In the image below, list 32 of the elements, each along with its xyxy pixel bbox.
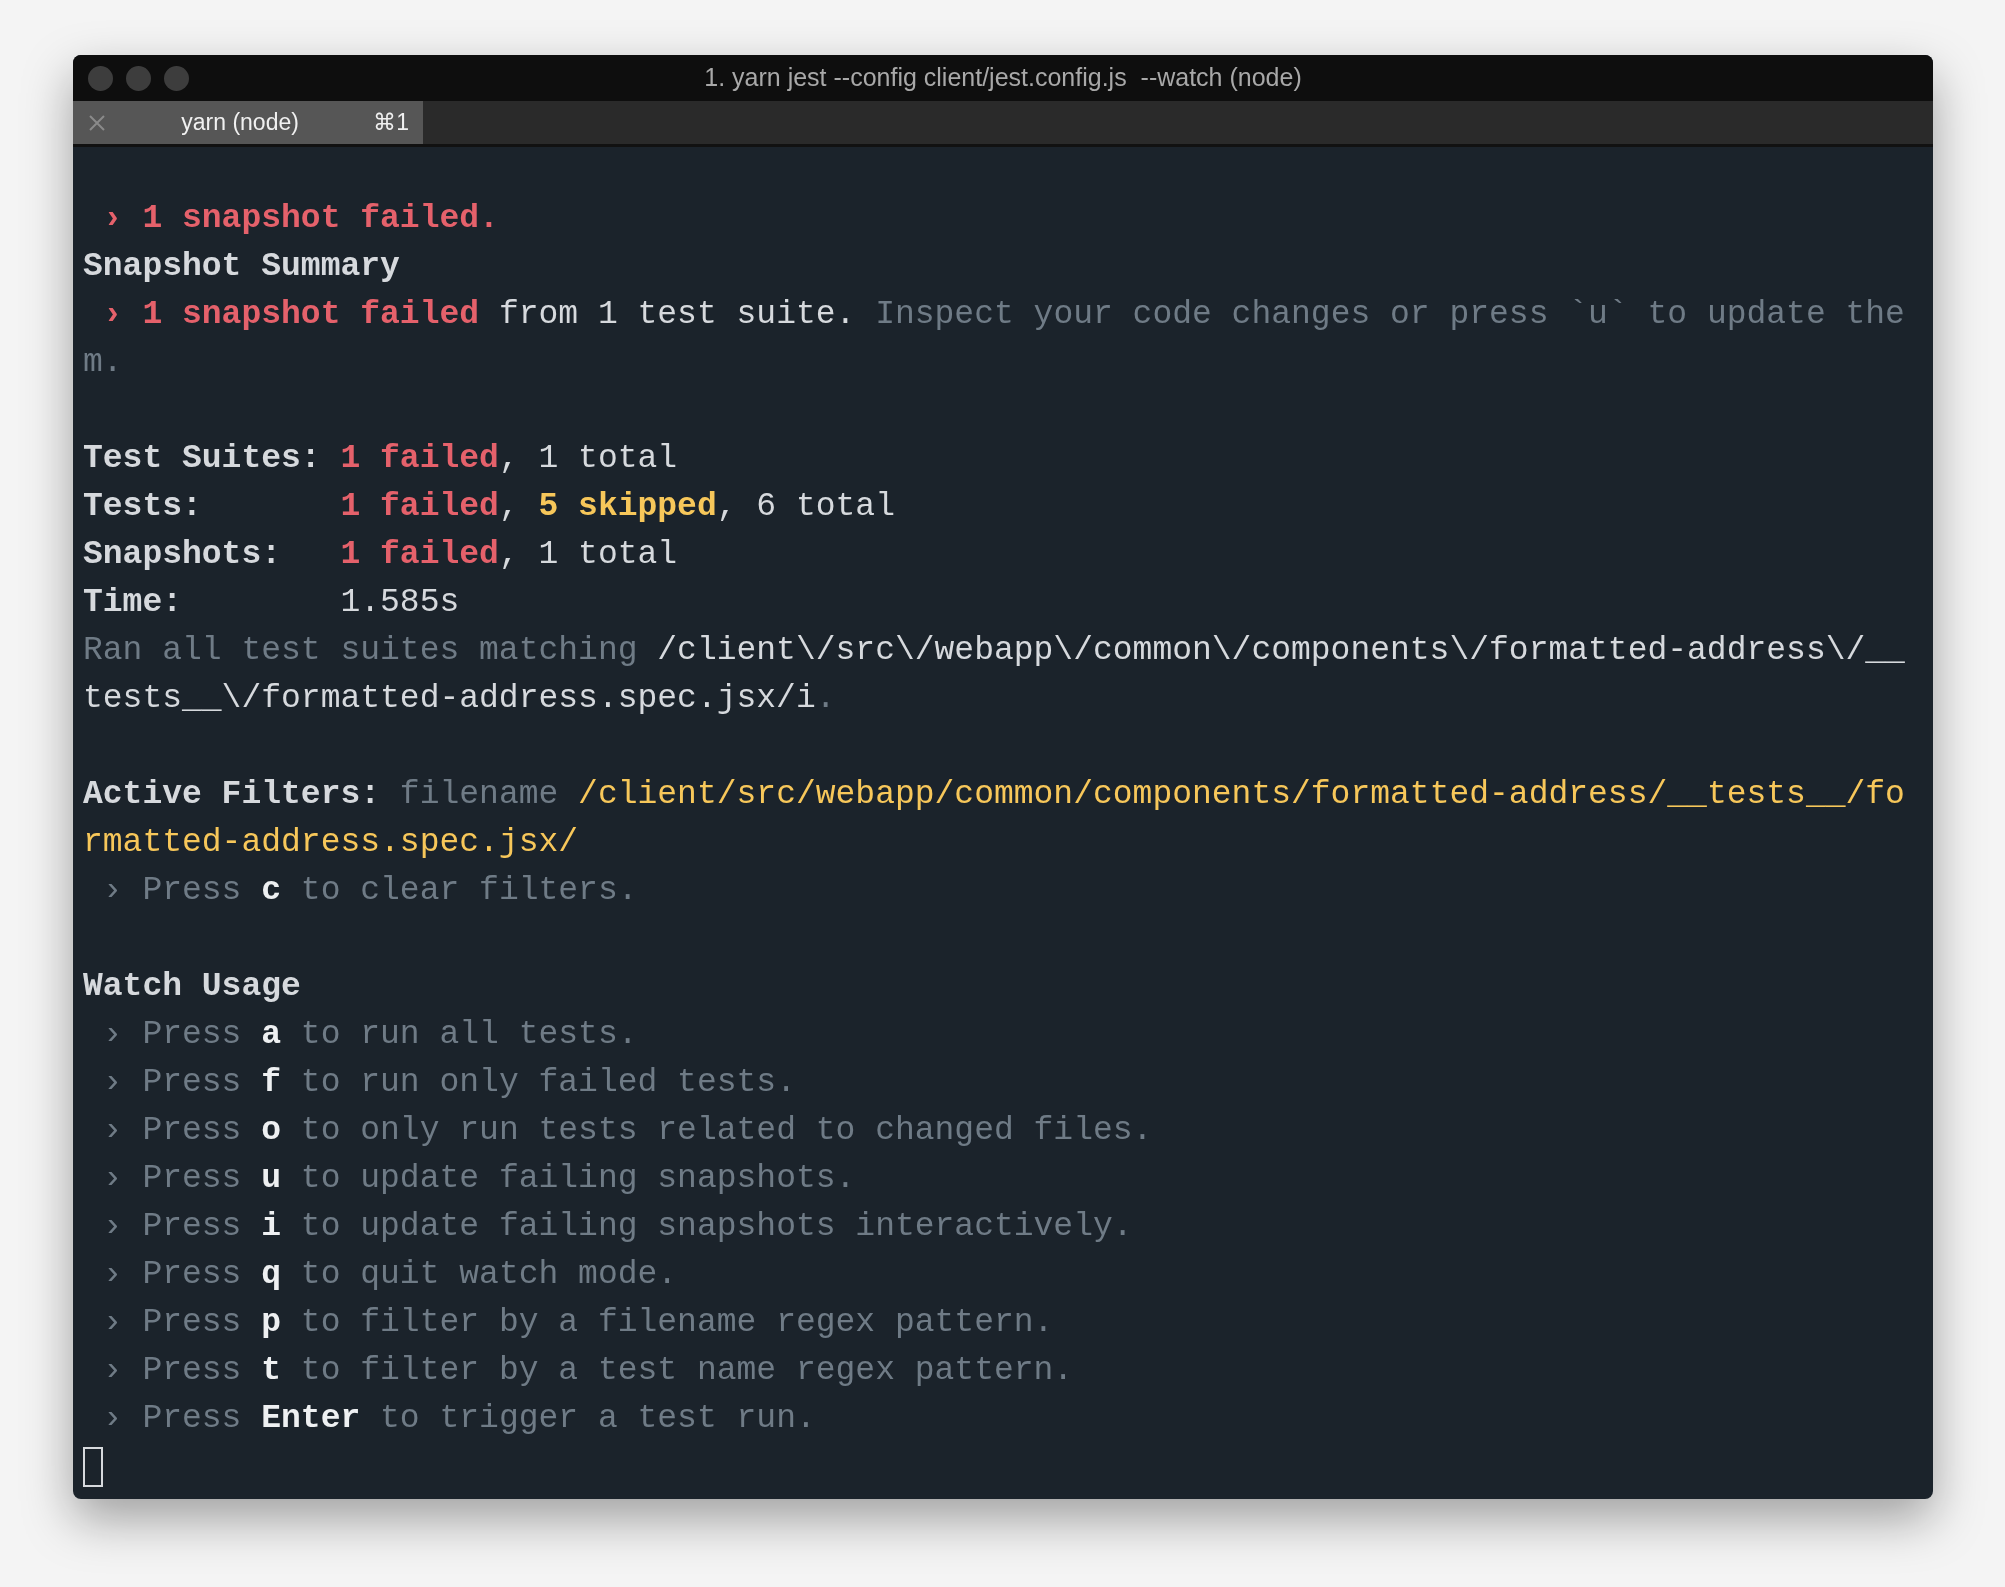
terminal-line: Watch Usage xyxy=(83,967,301,1007)
terminal-line: › Press t to filter by a test name regex pattern. xyxy=(101,1351,1074,1391)
terminal-line: Time: 1.585s xyxy=(83,583,460,623)
terminal-line: › 1 snapshot failed from 1 test suite. Inspect your code changes or press `u` to update the xyxy=(101,295,1905,335)
terminal-line: Snapshots: 1 failed, 1 total xyxy=(83,535,678,575)
terminal-line: Tests: 1 failed, 5 skipped, 6 total xyxy=(83,487,895,527)
terminal-line: rmatted-address.spec.jsx/ xyxy=(83,823,579,863)
terminal-tab[interactable]: yarn (node) ⌘1 xyxy=(73,101,423,144)
terminal-line: m. xyxy=(83,343,123,383)
close-icon[interactable] xyxy=(87,112,107,133)
terminal-line: › Press u to update failing snapshots. xyxy=(101,1159,856,1199)
tab-label: yarn (node) xyxy=(180,108,300,138)
terminal-line: Ran all test suites matching /client\/src\/webapp\/common\/components\/formatted-address\/__ xyxy=(83,631,1905,671)
terminal-line: › Press Enter to trigger a test run. xyxy=(101,1399,816,1439)
terminal-line: › Press q to quit watch mode. xyxy=(101,1255,678,1295)
terminal-line: Test Suites: 1 failed, 1 total xyxy=(83,439,678,479)
terminal-line: › 1 snapshot failed. xyxy=(101,199,499,239)
terminal-line: Snapshot Summary xyxy=(83,247,400,287)
terminal-line: tests__\/formatted-address.spec.jsx/i. xyxy=(83,679,836,719)
terminal-line: › Press f to run only failed tests. xyxy=(101,1063,796,1103)
terminal-line: › Press i to update failing snapshots interactively. xyxy=(101,1207,1133,1247)
zoom-window-button[interactable] xyxy=(164,65,189,91)
terminal-line: › Press a to run all tests. xyxy=(101,1015,638,1055)
text-cursor xyxy=(83,1447,103,1487)
window-title: 1. yarn jest --config client/jest.config.js --watch (node) xyxy=(704,62,1302,94)
terminal-line: Active Filters: filename /client/src/webapp/common/components/formatted-address/__tests__/fo xyxy=(83,775,1905,815)
minimize-window-button[interactable] xyxy=(126,65,151,91)
tab-shortcut: ⌘1 xyxy=(373,108,409,138)
terminal-line: › Press o to only run tests related to changed files. xyxy=(101,1111,1153,1151)
terminal-line: › Press p to filter by a filename regex pattern. xyxy=(101,1303,1054,1343)
terminal-line: › Press c to clear filters. xyxy=(101,871,638,911)
close-window-button[interactable] xyxy=(88,65,113,91)
